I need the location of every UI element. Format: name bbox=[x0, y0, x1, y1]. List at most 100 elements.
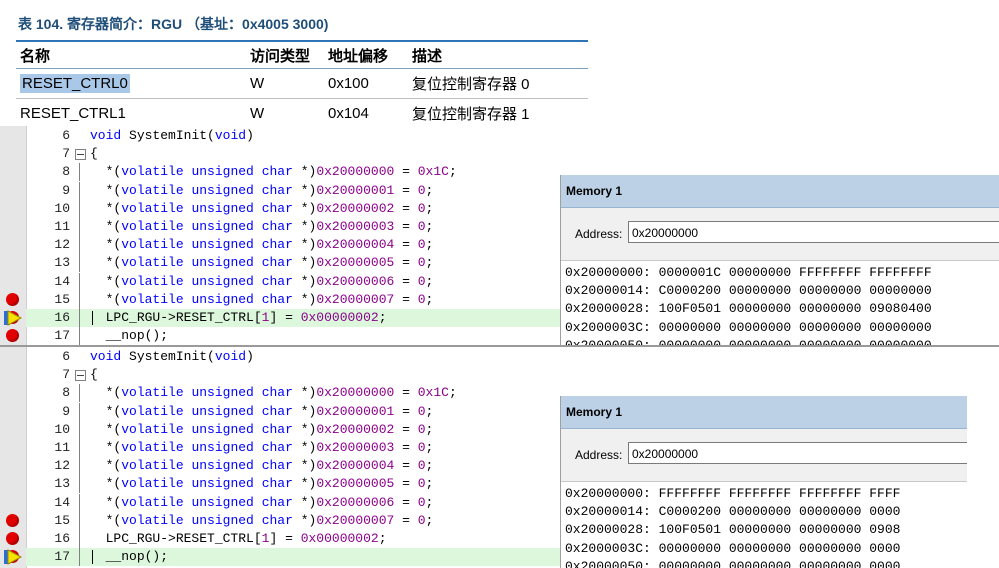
line-number: 8 bbox=[62, 164, 70, 180]
editor-gutter[interactable] bbox=[0, 126, 27, 346]
keyword-token: unsigned bbox=[191, 219, 254, 234]
code-token: = bbox=[394, 273, 418, 289]
memory-dump[interactable]: 0x20000000: 0000001C 00000000 FFFFFFFF F… bbox=[561, 261, 999, 346]
code-text: *(volatile unsigned char *)0x20000004 = … bbox=[90, 457, 434, 475]
code-token: ; bbox=[378, 531, 387, 546]
code-line[interactable]: 16 LPC_RGU->RESET_CTRL[1] = 0x00000002; bbox=[26, 530, 560, 548]
code-line[interactable]: 17 __nop(); bbox=[26, 548, 560, 567]
fold-guide-line bbox=[79, 236, 80, 255]
code-text: *(volatile unsigned char *)0x20000001 = … bbox=[90, 403, 434, 421]
code-line[interactable]: 10 *(volatile unsigned char *)0x20000002… bbox=[26, 420, 560, 439]
code-line[interactable]: 15 *(volatile unsigned char *)0x20000007… bbox=[26, 290, 560, 309]
code-token: *( bbox=[90, 182, 122, 198]
code-token: *) bbox=[292, 291, 317, 307]
code-text: LPC_RGU->RESET_CTRL[1] = 0x00000002; bbox=[90, 309, 387, 327]
code-line[interactable]: 6 void SystemInit(void) bbox=[26, 127, 560, 145]
address-input[interactable]: 0x20000000 bbox=[628, 221, 999, 243]
code-token: = bbox=[394, 440, 418, 455]
memory-window-title[interactable]: Memory 1 bbox=[561, 175, 999, 208]
number-token: 0 bbox=[417, 512, 426, 528]
code-token: *( bbox=[90, 385, 122, 401]
code-line[interactable]: 16 LPC_RGU->RESET_CTRL[1] = 0x00000002; bbox=[26, 309, 560, 327]
address-input[interactable]: 0x20000000 bbox=[628, 442, 967, 464]
code-line[interactable]: 12 *(volatile unsigned char *)0x20000004… bbox=[26, 236, 560, 255]
keyword-token: unsigned bbox=[191, 200, 254, 216]
number-token: 0x20000004 bbox=[316, 458, 395, 474]
register-table: 名称 访问类型 地址偏移 描述 RESET_CTRL0 W 0x100 复位控制… bbox=[16, 40, 588, 129]
access-cell: W bbox=[246, 68, 324, 99]
code-token: *) bbox=[292, 494, 317, 510]
code-line[interactable]: 13 *(volatile unsigned char *)0x20000005… bbox=[26, 254, 560, 273]
code-text: void SystemInit(void) bbox=[90, 348, 254, 366]
code-token: *( bbox=[90, 237, 122, 253]
keyword-token: char bbox=[261, 237, 293, 253]
keyword-token: void bbox=[214, 128, 247, 143]
number-token: 0 bbox=[417, 440, 426, 455]
code-token: = bbox=[394, 237, 418, 253]
code-line[interactable]: 15 *(volatile unsigned char *)0x20000007… bbox=[26, 511, 560, 530]
code-line[interactable]: 7{ bbox=[26, 145, 560, 163]
fold-guide-line bbox=[79, 475, 80, 494]
code-line[interactable]: 13 *(volatile unsigned char *)0x20000005… bbox=[26, 475, 560, 494]
number-token: 0x00000002 bbox=[300, 310, 379, 325]
code-text: *(volatile unsigned char *)0x20000007 = … bbox=[90, 291, 434, 309]
fold-guide-line bbox=[79, 420, 80, 439]
code-line[interactable]: 11 *(volatile unsigned char *)0x20000003… bbox=[26, 218, 560, 236]
code-line[interactable]: 8 *(volatile unsigned char *)0x20000000 … bbox=[26, 384, 560, 403]
fold-toggle-icon[interactable] bbox=[75, 149, 86, 161]
fold-toggle-icon[interactable] bbox=[75, 370, 86, 382]
number-token: 0x20000001 bbox=[316, 403, 395, 419]
keyword-token: unsigned bbox=[191, 164, 254, 180]
line-number: 14 bbox=[54, 494, 70, 510]
number-token: 0 bbox=[417, 182, 426, 198]
memory-window-title[interactable]: Memory 1 bbox=[561, 396, 967, 429]
code-token: ; bbox=[425, 182, 434, 198]
code-line[interactable]: 11 *(volatile unsigned char *)0x20000003… bbox=[26, 439, 560, 457]
code-line[interactable]: 9 *(volatile unsigned char *)0x20000001 … bbox=[26, 402, 560, 421]
keyword-token: void bbox=[90, 128, 122, 143]
memory-row: 0x2000003C: 00000000 00000000 00000000 0… bbox=[565, 319, 932, 335]
memory-dump[interactable]: 0x20000000: FFFFFFFF FFFFFFFF FFFFFFFF F… bbox=[561, 482, 967, 568]
number-token: 0 bbox=[417, 255, 426, 271]
breakpoint-icon[interactable] bbox=[6, 513, 19, 527]
number-token: 0x20000000 bbox=[316, 385, 395, 401]
fold-guide-line bbox=[79, 327, 80, 346]
code-line[interactable]: 17 __nop(); bbox=[26, 327, 560, 346]
keyword-token: unsigned bbox=[191, 237, 254, 253]
memory-window: Memory 1 Address: 0x20000000 0x20000000:… bbox=[560, 396, 967, 568]
code-line[interactable]: 10 *(volatile unsigned char *)0x20000002… bbox=[26, 199, 560, 218]
debug-panel-before: 6 void SystemInit(void) 7{8 *(volatile uns… bbox=[0, 126, 999, 346]
code-line[interactable]: 7{ bbox=[26, 366, 560, 384]
keyword-token: unsigned bbox=[191, 494, 254, 510]
code-line[interactable]: 12 *(volatile unsigned char *)0x20000004… bbox=[26, 457, 560, 476]
code-line[interactable]: 14 *(volatile unsigned char *)0x20000006… bbox=[26, 272, 560, 291]
code-line[interactable]: 6 void SystemInit(void) bbox=[26, 348, 560, 366]
access-cell: W bbox=[246, 98, 324, 129]
keyword-token: volatile bbox=[121, 237, 184, 253]
code-token: ; bbox=[425, 494, 434, 510]
selected-text[interactable]: RESET_CTRL0 bbox=[20, 74, 130, 93]
code-token: = bbox=[394, 385, 418, 401]
code-line[interactable]: 14 *(volatile unsigned char *)0x20000006… bbox=[26, 493, 560, 512]
code-token: ; bbox=[448, 385, 457, 401]
code-line[interactable]: 9 *(volatile unsigned char *)0x20000001 … bbox=[26, 181, 560, 200]
breakpoint-icon[interactable] bbox=[6, 292, 19, 306]
line-number: 14 bbox=[54, 273, 70, 289]
editor-gutter[interactable] bbox=[0, 347, 27, 568]
code-token: *) bbox=[292, 385, 317, 401]
code-line[interactable]: 8 *(volatile unsigned char *)0x20000000 … bbox=[26, 163, 560, 182]
code-editor[interactable]: 6 void SystemInit(void) 7{8 *(volatile uns… bbox=[26, 126, 560, 346]
number-token: 0x00000002 bbox=[300, 531, 379, 546]
code-text: *(volatile unsigned char *)0x20000003 = … bbox=[90, 439, 434, 457]
number-token: 0 bbox=[417, 291, 426, 307]
fold-guide-line bbox=[79, 511, 80, 530]
keyword-token: volatile bbox=[121, 164, 184, 180]
code-token: *( bbox=[90, 273, 122, 289]
breakpoint-icon[interactable] bbox=[6, 329, 19, 343]
code-text: *(volatile unsigned char *)0x20000002 = … bbox=[90, 200, 434, 218]
keyword-token: char bbox=[261, 219, 293, 234]
code-editor[interactable]: 6 void SystemInit(void) 7{8 *(volatile uns… bbox=[26, 347, 560, 568]
breakpoint-icon[interactable] bbox=[6, 532, 19, 545]
